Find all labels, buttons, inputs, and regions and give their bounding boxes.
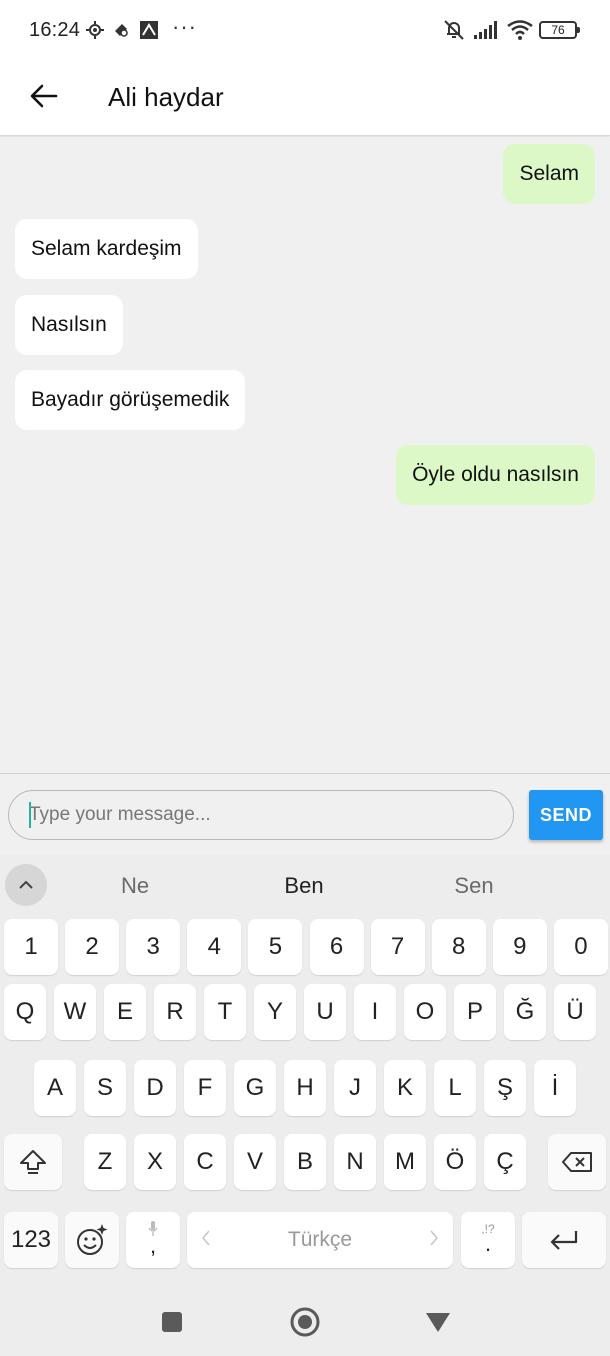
message-input[interactable] [8,790,514,840]
chat-title: Ali haydar [108,82,224,112]
key-a[interactable]: A [34,1060,76,1116]
space-key[interactable]: Türkçe [187,1212,453,1268]
key-l[interactable]: L [434,1060,476,1116]
back-button[interactable] [22,74,66,118]
key-c[interactable]: C [184,1134,226,1190]
period-key[interactable]: ,!? . [461,1212,515,1268]
backspace-key[interactable] [548,1134,606,1190]
key-i[interactable]: I [354,984,396,1040]
message-bubble-incoming: Bayadır görüşemedik [15,370,246,430]
key-k[interactable]: K [384,1060,426,1116]
key-u[interactable]: U [304,984,346,1040]
chevron-up-icon [19,880,33,889]
key-p[interactable]: P [454,984,496,1040]
home-button[interactable] [289,1306,321,1338]
key-3[interactable]: 3 [126,919,181,975]
comma-key[interactable]: , [126,1212,180,1268]
chevron-right-icon [429,1226,439,1254]
on-screen-keyboard: Ne Ben Sen 1234567890QWERTYUIOPĞÜASDFGHJ… [0,855,610,1286]
key-5[interactable]: 5 [248,919,303,975]
symbols-key[interactable]: 123 [4,1212,58,1268]
suggestion-bar: Ne Ben Sen [0,855,610,915]
period-label: . [484,1231,492,1256]
home-icon [290,1307,320,1337]
key-ş[interactable]: Ş [484,1060,526,1116]
back-nav-button[interactable] [422,1306,454,1338]
key-ç[interactable]: Ç [484,1134,526,1190]
shift-key[interactable] [4,1134,62,1190]
key-1[interactable]: 1 [4,919,58,975]
key-0[interactable]: 0 [553,919,608,975]
emoji-key[interactable] [65,1212,119,1268]
key-g[interactable]: G [234,1060,276,1116]
key-f[interactable]: F [184,1060,226,1116]
chat-messages[interactable]: Selam Selam kardeşim Nasılsın Bayadır gö… [0,137,610,773]
comma-label: , [149,1233,157,1258]
key-o[interactable]: O [404,984,446,1040]
key-9[interactable]: 9 [492,919,547,975]
back-triangle-icon [426,1313,450,1332]
key-8[interactable]: 8 [431,919,486,975]
chevron-left-icon [201,1226,211,1254]
emoji-icon [77,1224,108,1255]
key-ü[interactable]: Ü [554,984,596,1040]
key-2[interactable]: 2 [65,919,120,975]
enter-icon [550,1231,578,1250]
key-z[interactable]: Z [84,1134,126,1190]
signal-icon [473,18,501,42]
enter-key[interactable] [522,1212,606,1268]
key-ö[interactable]: Ö [434,1134,476,1190]
key-q[interactable]: Q [4,984,46,1040]
key-x[interactable]: X [134,1134,176,1190]
shift-icon [20,1150,46,1174]
key-i̇[interactable]: İ [534,1060,576,1116]
key-e[interactable]: E [104,984,146,1040]
settings-icon [85,18,105,42]
key-v[interactable]: V [234,1134,276,1190]
message-bubble-outgoing: Selam [503,144,595,204]
status-time: 16:24 [29,19,81,41]
status-bar: 16:24 ··· 76 [0,0,610,60]
message-bubble-outgoing: Öyle oldu nasılsın [396,445,595,505]
key-d[interactable]: D [134,1060,176,1116]
space-language-label: Türkçe [287,1228,353,1251]
key-t[interactable]: T [204,984,246,1040]
key-r[interactable]: R [154,984,196,1040]
key-b[interactable]: B [284,1134,326,1190]
message-bubble-incoming: Nasılsın [15,295,123,355]
suggestion-item[interactable]: Ne [121,873,149,899]
send-button[interactable]: SEND [529,790,603,840]
text-cursor [29,802,31,828]
key-h[interactable]: H [284,1060,326,1116]
key-j[interactable]: J [334,1060,376,1116]
system-navigation-bar [0,1286,610,1356]
key-s[interactable]: S [84,1060,126,1116]
suggestion-item[interactable]: Sen [454,873,493,899]
message-composer: SEND [0,773,610,855]
app-bar: Ali haydar [0,60,610,136]
key-m[interactable]: M [384,1134,426,1190]
backspace-icon [562,1152,592,1172]
message-bubble-incoming: Selam kardeşim [15,219,198,279]
recents-button[interactable] [156,1306,188,1338]
mute-icon [442,18,466,42]
key-4[interactable]: 4 [187,919,242,975]
notification-icon [111,18,131,42]
key-n[interactable]: N [334,1134,376,1190]
key-ğ[interactable]: Ğ [504,984,546,1040]
wifi-icon [506,18,534,42]
suggestion-toggle-button[interactable] [5,864,47,906]
key-7[interactable]: 7 [370,919,425,975]
battery-icon: 76 [539,21,580,39]
suggestion-item[interactable]: Ben [284,873,323,899]
key-y[interactable]: Y [254,984,296,1040]
arrow-left-icon [30,84,58,108]
key-w[interactable]: W [54,984,96,1040]
more-notifications: ··· [172,14,197,39]
app-icon [138,18,160,42]
recents-icon [162,1312,182,1332]
key-6[interactable]: 6 [309,919,364,975]
